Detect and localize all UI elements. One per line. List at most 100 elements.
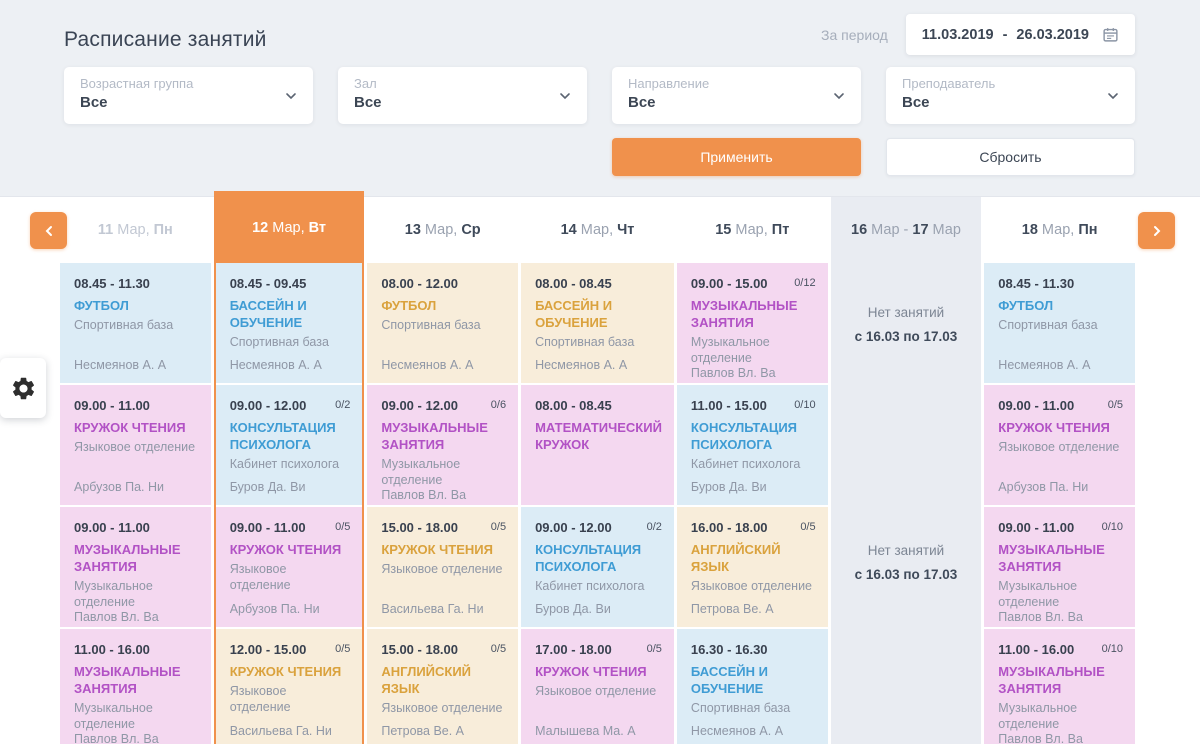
lesson-card[interactable]: 08.00 - 08.45 БАССЕЙН И ОБУЧЕНИЕ Спортив… [521, 263, 674, 383]
lesson-card[interactable]: 09.00 - 11.00 КРУЖОК ЧТЕНИЯ Языковое отд… [60, 385, 211, 505]
day-column-18-mar: 18 Мар, Пн 08.45 - 11.30 ФУТБОЛ Спортивн… [984, 197, 1135, 744]
lesson-card[interactable]: 09.00 - 11.000/5 КРУЖОК ЧТЕНИЯ Языковое … [216, 507, 363, 627]
lesson-location: Музыкальное отделение [998, 578, 1123, 611]
lesson-time: 17.00 - 18.00 [535, 642, 612, 657]
lesson-card[interactable]: 09.00 - 11.000/10 МУЗЫКАЛЬНЫЕ ЗАНЯТИЯ Му… [984, 507, 1135, 627]
lesson-title: КОНСУЛЬТАЦИЯ ПСИХОЛОГА [230, 420, 351, 454]
day-month: Мар, [425, 222, 457, 238]
lesson-card[interactable]: 08.45 - 09.45 БАССЕЙН И ОБУЧЕНИЕ Спортив… [216, 263, 363, 383]
day-column-13-mar: 13 Мар, Ср 08.00 - 12.00 ФУТБОЛ Спортивн… [367, 197, 518, 744]
day-header-tab[interactable]: 15 Мар, Пт [677, 197, 828, 263]
lesson-card[interactable]: 12.00 - 15.000/5 КРУЖОК ЧТЕНИЯ Языковое … [216, 629, 363, 744]
lesson-card[interactable]: 08.00 - 08.45 МАТЕМАТИЧЕСКИЙ КРУЖОК [521, 385, 674, 505]
day-weekday: Вт [309, 220, 326, 236]
lesson-card[interactable]: 08.45 - 11.30 ФУТБОЛ Спортивная база Нес… [984, 263, 1135, 383]
weekend-column-16-17-mar: 16 Мар - 17 Мар Нет занятий с 16.03 по 1… [831, 197, 982, 744]
lesson-location: Языковое отделение [381, 561, 506, 577]
day-number: 18 [1022, 222, 1038, 238]
next-period-button[interactable] [1138, 212, 1175, 249]
lesson-title: МУЗЫКАЛЬНЫЕ ЗАНЯТИЯ [74, 542, 199, 576]
chevron-down-icon [557, 88, 573, 104]
filters-panel: Расписание занятий За период 11.03.2019 … [0, 0, 1200, 196]
lesson-capacity-badge: 0/5 [1108, 399, 1123, 411]
lesson-location: Спортивная база [74, 317, 199, 333]
apply-button[interactable]: Применить [612, 138, 861, 176]
lesson-card[interactable]: 09.00 - 15.000/12 МУЗЫКАЛЬНЫЕ ЗАНЯТИЯ Му… [677, 263, 828, 383]
lesson-capacity-badge: 0/10 [1102, 521, 1123, 533]
lesson-time: 09.00 - 11.00 [74, 520, 150, 535]
lesson-card[interactable]: 09.00 - 12.000/6 МУЗЫКАЛЬНЫЕ ЗАНЯТИЯ Муз… [367, 385, 518, 505]
day-month: Мар, [735, 222, 767, 238]
day-weekday: Пн [1078, 222, 1097, 238]
day-column-11-mar: 11 Мар, Пн 08.45 - 11.30 ФУТБОЛ Спортивн… [60, 197, 211, 744]
lesson-card[interactable]: 16.30 - 16.30 БАССЕЙН И ОБУЧЕНИЕ Спортив… [677, 629, 828, 744]
chevron-down-icon [1105, 88, 1121, 104]
day-month: Мар, [1042, 222, 1074, 238]
filter-direction[interactable]: Направление Все [612, 67, 861, 124]
day-number: 14 [561, 222, 577, 238]
lesson-card[interactable]: 09.00 - 11.00 0/5 КРУЖОК ЧТЕНИЯ Языковое … [984, 385, 1135, 505]
lesson-card[interactable]: 15.00 - 18.000/5 АНГЛИЙСКИЙ ЯЗЫК Языково… [367, 629, 518, 744]
lesson-location: Языковое отделение [998, 439, 1123, 455]
day-column-12-mar-selected: 12 Мар, Вт 08.45 - 09.45 БАССЕЙН И ОБУЧЕ… [214, 191, 365, 744]
lesson-title: КРУЖОК ЧТЕНИЯ [998, 420, 1123, 437]
lesson-teacher: Несмеянов А. А [535, 358, 662, 372]
chevron-left-icon [41, 223, 57, 239]
day-number: 13 [405, 222, 421, 238]
lesson-card[interactable]: 16.00 - 18.000/5 АНГЛИЙСКИЙ ЯЗЫК Языково… [677, 507, 828, 627]
lesson-teacher: Павлов Вл. Ва [74, 732, 199, 744]
date-range-start: 11.03.2019 [922, 27, 994, 43]
filter-teacher[interactable]: Преподаватель Все [886, 67, 1135, 124]
lesson-card[interactable]: 11.00 - 16.000/10 МУЗЫКАЛЬНЫЕ ЗАНЯТИЯ Му… [984, 629, 1135, 744]
lesson-teacher: Петрова Ве. А [691, 602, 816, 616]
weekend-header[interactable]: 16 Мар - 17 Мар [831, 197, 982, 263]
lesson-card[interactable]: 09.00 - 12.000/2 КОНСУЛЬТАЦИЯ ПСИХОЛОГА … [216, 385, 363, 505]
day-header-tab[interactable]: 18 Мар, Пн [984, 197, 1135, 263]
day-month: Мар, [581, 222, 613, 238]
lesson-card[interactable]: 09.00 - 11.00 МУЗЫКАЛЬНЫЕ ЗАНЯТИЯ Музыка… [60, 507, 211, 627]
lesson-title: МУЗЫКАЛЬНЫЕ ЗАНЯТИЯ [998, 664, 1123, 698]
lesson-title: КРУЖОК ЧТЕНИЯ [230, 542, 351, 559]
lesson-time: 09.00 - 11.00 [998, 520, 1074, 535]
lesson-card[interactable]: 08.45 - 11.30 ФУТБОЛ Спортивная база Нес… [60, 263, 211, 383]
prev-period-button[interactable] [30, 212, 67, 249]
period-picker: За период 11.03.2019 - 26.03.2019 [821, 14, 1135, 55]
no-classes-notice: Нет занятий с 16.03 по 17.03 [831, 301, 982, 350]
day-header-tab[interactable]: 11 Мар, Пн [60, 197, 211, 263]
lesson-time: 15.00 - 18.00 [381, 642, 458, 657]
filter-hall[interactable]: Зал Все [338, 67, 587, 124]
lesson-card[interactable]: 15.00 - 18.000/5 КРУЖОК ЧТЕНИЯ Языковое … [367, 507, 518, 627]
day-month: Мар, [272, 220, 304, 236]
lesson-teacher: Васильева Га. Ни [381, 602, 506, 616]
notice-dates: с 16.03 по 17.03 [831, 325, 982, 349]
filter-age-group[interactable]: Возрастная группа Все [64, 67, 313, 124]
lesson-capacity-badge: 0/5 [800, 521, 815, 533]
lesson-time: 09.00 - 11.00 [230, 520, 306, 535]
date-range-field[interactable]: 11.03.2019 - 26.03.2019 [906, 14, 1135, 55]
lesson-card[interactable]: 11.00 - 15.000/10 КОНСУЛЬТАЦИЯ ПСИХОЛОГА… [677, 385, 828, 505]
lesson-teacher: Павлов Вл. Ва [998, 610, 1123, 624]
filter-label: Зал [354, 76, 571, 91]
lesson-location: Кабинет психолога [535, 578, 662, 594]
lesson-time: 09.00 - 11.00 [998, 398, 1074, 413]
day-column-14-mar: 14 Мар, Чт 08.00 - 08.45 БАССЕЙН И ОБУЧЕ… [521, 197, 674, 744]
day-number: 15 [715, 222, 731, 238]
lesson-title: АНГЛИЙСКИЙ ЯЗЫК [691, 542, 816, 576]
lesson-time: 08.00 - 08.45 [535, 276, 612, 291]
lesson-location: Языковое отделение [535, 683, 662, 699]
lesson-capacity-badge: 0/5 [491, 643, 506, 655]
lesson-card[interactable]: 08.00 - 12.00 ФУТБОЛ Спортивная база Нес… [367, 263, 518, 383]
day-header-tab-selected[interactable]: 12 Мар, Вт [216, 193, 363, 263]
day-header-tab[interactable]: 14 Мар, Чт [521, 197, 674, 263]
lesson-title: КРУЖОК ЧТЕНИЯ [230, 664, 351, 681]
lesson-capacity-badge: 0/10 [794, 399, 815, 411]
lesson-card[interactable]: 17.00 - 18.000/5 КРУЖОК ЧТЕНИЯ Языковое … [521, 629, 674, 744]
lesson-teacher: Павлов Вл. Ва [74, 610, 199, 624]
settings-button[interactable] [0, 358, 46, 418]
lesson-title: БАССЕЙН И ОБУЧЕНИЕ [535, 298, 662, 332]
reset-button[interactable]: Сбросить [886, 138, 1135, 176]
day-header-tab[interactable]: 13 Мар, Ср [367, 197, 518, 263]
lesson-card[interactable]: 09.00 - 12.000/2 КОНСУЛЬТАЦИЯ ПСИХОЛОГА … [521, 507, 674, 627]
date-range-end: 26.03.2019 [1016, 27, 1089, 43]
lesson-card[interactable]: 11.00 - 16.00 МУЗЫКАЛЬНЫЕ ЗАНЯТИЯ Музыка… [60, 629, 211, 744]
